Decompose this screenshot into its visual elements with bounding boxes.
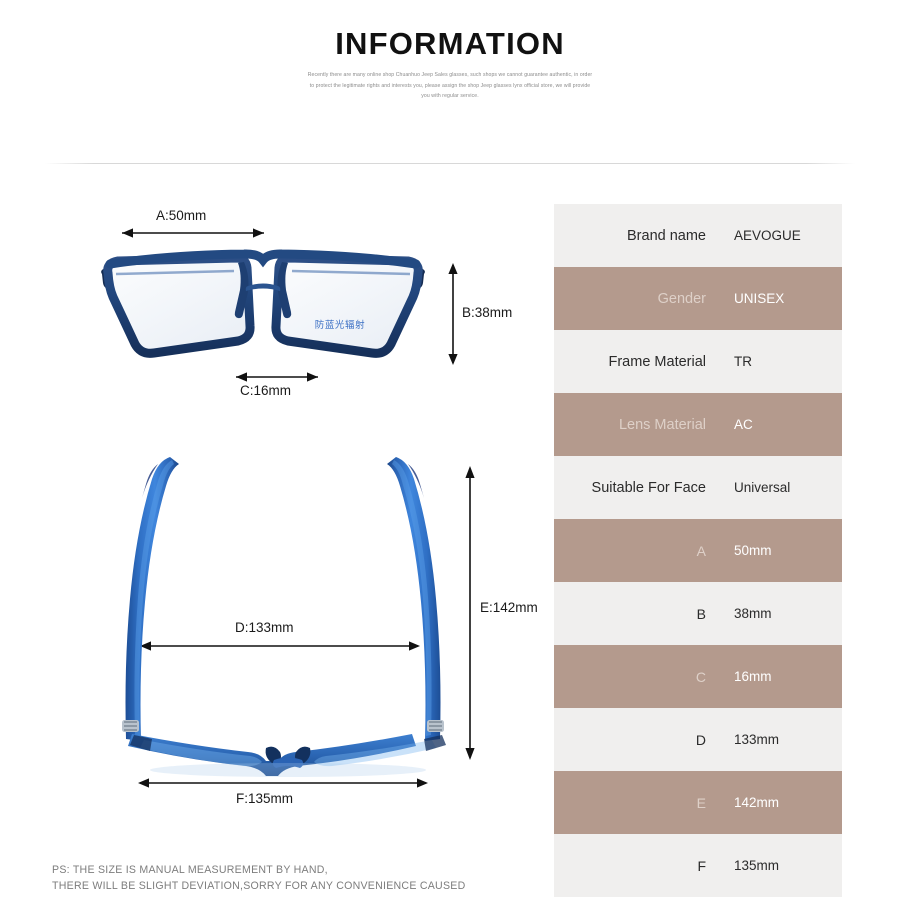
lens-print-text: 防蓝光辐射 [315,319,366,331]
intro-line-2: to protect the legitimate rights and int… [309,82,591,89]
spec-key: D [695,731,706,748]
spec-key: F [697,857,706,874]
table-row: Brand name AEVOGUE [554,204,842,267]
ps-note: PS: THE SIZE IS MANUAL MEASUREMENT BY HA… [52,862,532,894]
spec-value: AC [734,417,753,432]
table-row: A 50mm [554,519,842,582]
spec-key: A [696,542,706,559]
spec-value: 50mm [734,543,772,558]
dimension-arrow-d [140,641,420,651]
spec-key: Frame Material [608,353,707,370]
table-row: D 133mm [554,708,842,771]
page-title: INFORMATION [335,26,565,61]
dimension-label-d: D:133mm [235,620,294,635]
dimension-label-e: E:142mm [480,600,538,615]
specification-table: Brand name AEVOGUE Gender UNISEX Frame M… [554,204,842,897]
spec-value: 133mm [734,732,780,747]
dimension-arrow-f [138,778,428,788]
product-information-page: INFORMATION Recently there are many onli… [0,0,900,900]
spec-key: Brand name [627,227,706,244]
table-row: E 142mm [554,771,842,834]
spec-value: 16mm [734,669,772,684]
spec-value: 135mm [734,858,780,873]
spec-key: Lens Material [618,416,706,433]
table-row: B 38mm [554,582,842,645]
dimension-arrow-b [448,263,458,365]
dimension-arrow-a [122,228,264,238]
table-row: Gender UNISEX [554,267,842,330]
table-row: Frame Material TR [554,330,842,393]
eyeglass-frame-top [122,457,446,777]
table-row: Lens Material AC [554,393,842,456]
dimension-label-c: C:16mm [240,383,292,398]
ps-note-line-1: PS: THE SIZE IS MANUAL MEASUREMENT BY HA… [52,864,328,876]
table-row: Suitable For Face Universal [554,456,842,519]
eyeglass-frame-front: 防蓝光辐射 [101,249,425,358]
hinge-left [122,720,139,732]
spec-key: B [696,605,706,622]
table-row: F 135mm [554,834,842,897]
front-view-diagram: 防蓝光辐射 A:50mm B:38mm C:16mm [88,200,538,415]
table-row: C 16mm [554,645,842,708]
dimension-label-b: B:38mm [462,305,513,320]
hinge-right [427,720,444,732]
intro-line-3: you with regular service. [421,93,479,99]
top-view-diagram: D:133mm E:142mm F:135mm [88,448,548,828]
spec-key: Suitable For Face [591,479,706,496]
header-divider [45,163,855,164]
spec-key: C [695,668,706,685]
spec-key: E [696,794,706,811]
ps-note-line-2: THERE WILL BE SLIGHT DEVIATION,SORRY FOR… [52,880,466,892]
spec-value: UNISEX [734,291,785,306]
top-view-illustration [122,457,475,788]
intro-paragraph: Recently there are many online shop Chua… [260,70,640,102]
spec-value: Universal [734,480,791,495]
dimension-label-f: F:135mm [236,791,294,806]
dimension-arrow-c [236,372,318,382]
dimension-arrow-e [465,466,475,760]
dimension-label-a: A:50mm [156,208,207,223]
spec-key: Gender [657,290,706,307]
spec-value: TR [734,354,752,369]
spec-value: AEVOGUE [734,228,801,243]
spec-value: 38mm [734,606,772,621]
spec-value: 142mm [734,795,780,810]
intro-line-1: Recently there are many online shop Chua… [307,72,593,78]
